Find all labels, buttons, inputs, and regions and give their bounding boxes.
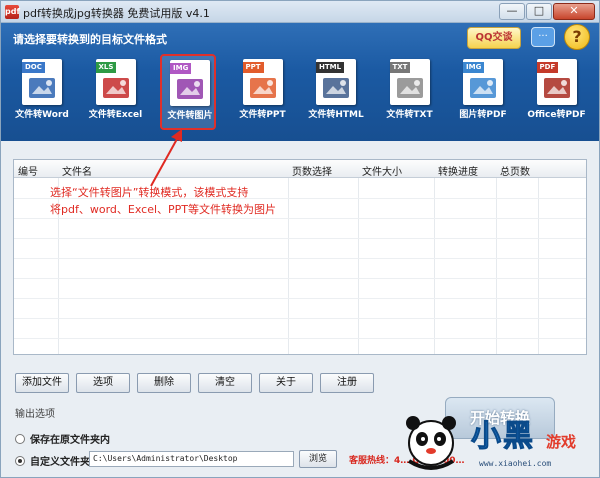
- output-path-field[interactable]: C:\Users\Administrator\Desktop: [89, 451, 294, 467]
- radio-button[interactable]: [15, 433, 25, 444]
- app-window: pdf pdf转换成jpg转换器 免费试用版 v4.1 — □ ✕ 请选择要转换…: [0, 0, 600, 478]
- action-buttons: 添加文件 选项 删除 清空 关于 注册: [15, 373, 381, 393]
- radio-custom-folder[interactable]: 自定义文件夹: [15, 453, 90, 468]
- register-button[interactable]: 注册: [320, 373, 374, 393]
- add-file-button[interactable]: 添加文件: [15, 373, 69, 393]
- browse-button[interactable]: 浏览: [299, 450, 337, 468]
- radio-save-original[interactable]: 保存在原文件夹内: [15, 431, 110, 446]
- options-button[interactable]: 选项: [76, 373, 130, 393]
- panda-mascot-icon: [406, 416, 456, 470]
- watermark-brand-suffix: 游戏: [546, 433, 577, 451]
- watermark-url: www.xiaohei.com: [479, 459, 552, 468]
- radio-label-custom: 自定义文件夹: [30, 457, 90, 468]
- radio-button-selected[interactable]: [15, 455, 25, 466]
- about-button[interactable]: 关于: [259, 373, 313, 393]
- clear-button[interactable]: 清空: [198, 373, 252, 393]
- output-options-title: 输出选项: [15, 409, 55, 420]
- delete-button[interactable]: 删除: [137, 373, 191, 393]
- watermark-brand: 小黑: [471, 419, 535, 455]
- radio-label-original: 保存在原文件夹内: [30, 435, 110, 446]
